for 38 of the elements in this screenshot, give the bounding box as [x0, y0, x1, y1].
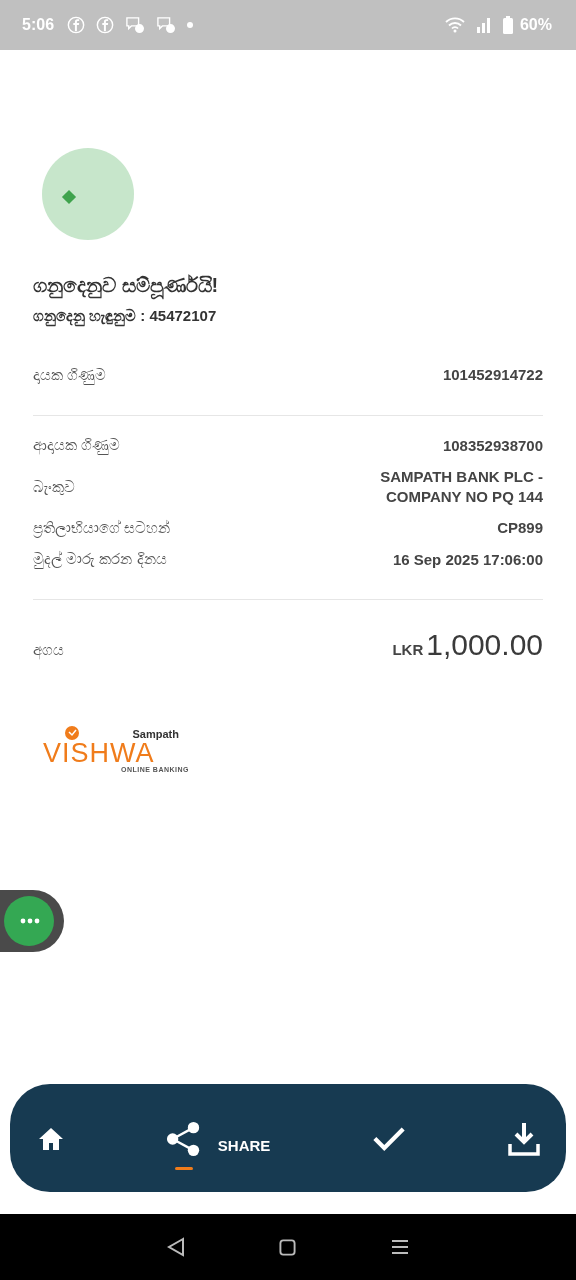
detail-value: 108352938700 [442, 435, 543, 455]
home-icon[interactable] [279, 1238, 297, 1256]
menu-icon[interactable] [390, 1239, 409, 1255]
logo-name: VISHWA [43, 740, 155, 766]
chat-icon [156, 16, 177, 34]
currency-code: LKR [392, 641, 424, 658]
detail-label: ප්‍රතිලාභියාගේ සටහන් [33, 518, 171, 537]
download-icon [508, 1121, 540, 1156]
success-icon [42, 148, 134, 240]
battery-icon [502, 16, 513, 34]
amount-value: 1,000.00 [426, 628, 543, 662]
detail-value: SAMPATH BANK PLC - COMPANY NO PQ 144 [379, 467, 543, 506]
battery-level: 60% [519, 16, 552, 34]
amount-label: අගය [33, 641, 64, 659]
dot-icon [187, 22, 194, 28]
home-icon [38, 1126, 64, 1151]
action-button[interactable]: SHARE [159, 1100, 277, 1176]
more-button[interactable] [0, 890, 64, 952]
logo-brand: Sampath [132, 728, 179, 740]
transaction-reference: ගනුදෙනු හැඳුනුම : 45472107 [33, 307, 543, 325]
wifi-icon [444, 17, 465, 33]
more-icon [20, 918, 40, 924]
detail-value: 16 Sep 2025 17:06:00 [392, 549, 543, 569]
back-icon[interactable] [167, 1237, 186, 1257]
detail-label: බැංකුව [33, 477, 75, 496]
signal-icon [475, 17, 492, 33]
facebook-icon [67, 16, 86, 34]
detail-label: ආදායක ගිණුම [33, 436, 121, 455]
detail-label: දායක ගිණුම [33, 365, 107, 384]
check-icon [372, 1126, 407, 1151]
detail-value: 101452914722 [442, 365, 543, 385]
facebook-icon [96, 16, 115, 34]
logo-mark-icon [65, 726, 79, 740]
share-icon [165, 1120, 202, 1157]
status-time: 5:06 [22, 16, 55, 34]
detail-value: CP899 [497, 518, 543, 538]
chat-icon [125, 16, 146, 34]
detail-label: මුදල් මාරු කරන දිනය [33, 550, 167, 569]
